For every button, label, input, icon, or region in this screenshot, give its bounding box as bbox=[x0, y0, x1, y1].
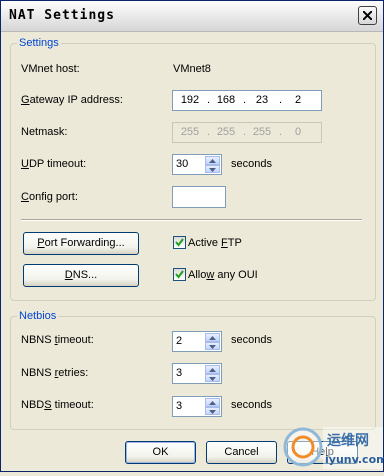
spin-up-button[interactable] bbox=[205, 156, 220, 165]
watermark-text-cn: 运维网 bbox=[327, 432, 369, 449]
arrow-up-icon bbox=[209, 159, 216, 163]
gateway-octet-1[interactable]: 192 bbox=[175, 94, 205, 106]
separator bbox=[21, 219, 362, 221]
netbios-legend: Netbios bbox=[19, 310, 57, 322]
watermark-text-url: iyunv.com bbox=[325, 453, 384, 466]
checkmark-icon bbox=[175, 238, 184, 247]
spin-down-button[interactable] bbox=[205, 406, 220, 415]
close-icon bbox=[363, 11, 372, 20]
config-port-input[interactable] bbox=[172, 186, 226, 208]
nbns-retries-label: NBNS retries: bbox=[21, 367, 89, 379]
gateway-octet-3[interactable]: 23 bbox=[247, 94, 277, 106]
spin-up-button[interactable] bbox=[205, 365, 220, 374]
config-port-label: Config port: bbox=[21, 191, 78, 203]
arrow-up-icon bbox=[209, 368, 216, 372]
title-bar[interactable]: NAT Settings bbox=[1, 1, 383, 32]
port-forwarding-button[interactable]: Port Forwarding... bbox=[23, 232, 139, 255]
nbds-timeout-unit: seconds bbox=[231, 399, 272, 411]
nbns-timeout-value[interactable]: 2 bbox=[176, 335, 182, 347]
gateway-octet-4[interactable]: 2 bbox=[283, 94, 313, 106]
nbns-timeout-unit: seconds bbox=[231, 334, 272, 346]
nbns-timeout-spinner[interactable]: 2 bbox=[172, 331, 222, 352]
arrow-down-icon bbox=[209, 344, 216, 349]
ok-button[interactable]: OK bbox=[125, 441, 196, 464]
gateway-octet-2[interactable]: 168 bbox=[211, 94, 241, 106]
nbns-timeout-label: NBNS timeout: bbox=[21, 334, 94, 346]
spin-up-button[interactable] bbox=[205, 398, 220, 407]
dns-button[interactable]: DNS... bbox=[23, 264, 139, 287]
netmask-octet-1: 255 bbox=[180, 126, 200, 138]
arrow-down-icon bbox=[209, 376, 216, 381]
netmask-octet-4: 0 bbox=[294, 126, 302, 138]
spin-down-button[interactable] bbox=[205, 341, 220, 350]
close-button[interactable] bbox=[358, 6, 377, 25]
spin-down-button[interactable] bbox=[205, 373, 220, 382]
gateway-ip-label: Gateway IP address: bbox=[21, 94, 123, 106]
nat-settings-dialog: NAT Settings Settings VMnet host: VMnet8… bbox=[0, 0, 384, 472]
checkmark-icon bbox=[175, 270, 184, 279]
gateway-ip-field[interactable]: 192 . 168 . 23 . 2 bbox=[172, 90, 322, 111]
vmnet-host-label: VMnet host: bbox=[21, 63, 80, 75]
arrow-down-icon bbox=[209, 167, 216, 172]
netmask-octet-2: 255 bbox=[216, 126, 236, 138]
active-ftp-label[interactable]: Active FTP bbox=[188, 237, 242, 249]
udp-timeout-label: UDP timeout: bbox=[21, 158, 87, 170]
vmnet-host-value: VMnet8 bbox=[173, 63, 211, 75]
nbds-timeout-value[interactable]: 3 bbox=[176, 400, 182, 412]
udp-timeout-value[interactable]: 30 bbox=[176, 158, 188, 170]
netmask-octet-3: 255 bbox=[252, 126, 272, 138]
spin-down-button[interactable] bbox=[205, 164, 220, 173]
nbds-timeout-label: NBDS timeout: bbox=[21, 399, 94, 411]
active-ftp-checkbox[interactable] bbox=[173, 236, 186, 249]
allow-any-oui-label[interactable]: Allow any OUI bbox=[188, 269, 258, 281]
arrow-down-icon bbox=[209, 409, 216, 414]
netmask-label: Netmask: bbox=[21, 126, 68, 138]
nbds-timeout-spinner[interactable]: 3 bbox=[172, 396, 222, 417]
cancel-button[interactable]: Cancel bbox=[206, 441, 277, 464]
nbns-retries-value[interactable]: 3 bbox=[176, 367, 182, 379]
settings-legend: Settings bbox=[19, 37, 59, 49]
arrow-up-icon bbox=[209, 336, 216, 340]
window-title: NAT Settings bbox=[9, 8, 115, 23]
spin-up-button[interactable] bbox=[205, 333, 220, 342]
udp-timeout-unit: seconds bbox=[231, 158, 272, 170]
nbns-retries-spinner[interactable]: 3 bbox=[172, 363, 222, 384]
watermark-logo: 运维网 iyunv.com bbox=[281, 419, 384, 473]
watermark-logo-icon: 运维网 iyunv.com bbox=[283, 427, 384, 469]
arrow-up-icon bbox=[209, 401, 216, 405]
udp-timeout-spinner[interactable]: 30 bbox=[172, 154, 222, 175]
netmask-field: 255 . 255 . 255 . 0 bbox=[172, 122, 322, 143]
allow-any-oui-checkbox[interactable] bbox=[173, 268, 186, 281]
